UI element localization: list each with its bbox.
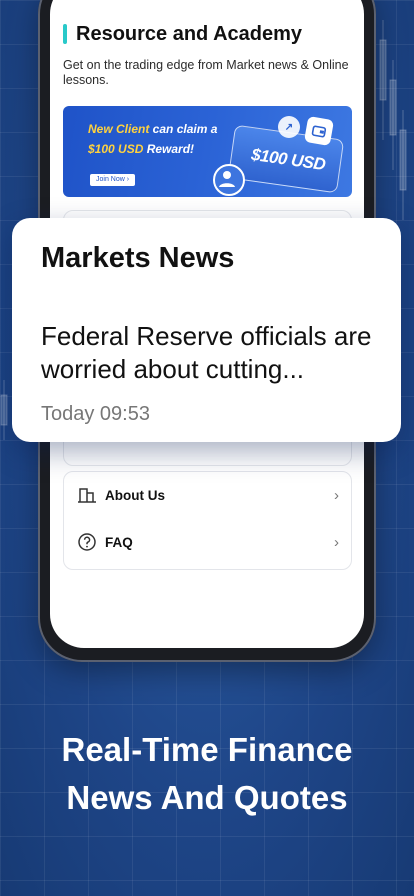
news-timestamp: Today 09:53 [41, 403, 150, 425]
banner-new-client: New Client [88, 122, 150, 136]
promo-banner[interactable]: New Client can claim a $100 USD Reward! … [63, 106, 352, 197]
chevron-right-icon: › [334, 533, 339, 551]
section-description: Get on the trading edge from Market news… [63, 58, 349, 87]
menu-card: About Us › FAQ › [63, 471, 352, 570]
section-header: Resource and Academy [63, 22, 302, 46]
user-avatar-icon [213, 164, 245, 196]
banner-amount: $100 USD [88, 142, 144, 156]
menu-item-faq[interactable]: FAQ › [64, 519, 351, 565]
coin-icon: ↗ [278, 116, 300, 138]
wallet-icon [303, 115, 335, 147]
tagline-line-2: News And Quotes [66, 779, 348, 816]
news-headline: Federal Reserve officials are worried ab… [41, 321, 372, 384]
banner-reward: Reward! [143, 142, 195, 156]
accent-bar [63, 24, 67, 44]
menu-label-about-us: About Us [105, 487, 165, 503]
news-card-title: Markets News [41, 242, 235, 274]
chevron-right-icon: › [334, 486, 339, 504]
banner-claim: can claim a [149, 122, 218, 136]
tagline-line-1: Real-Time Finance [61, 731, 353, 768]
question-icon [78, 533, 96, 551]
menu-item-about-us[interactable]: About Us › [64, 472, 351, 518]
banner-line-2: $100 USD Reward! [88, 142, 194, 156]
banner-line-1: New Client can claim a [88, 122, 217, 136]
section-title: Resource and Academy [76, 22, 303, 45]
tagline: Real-Time Finance News And Quotes [0, 726, 414, 822]
join-now-label: Join Now [96, 176, 125, 183]
join-now-button[interactable]: Join Now › [90, 174, 136, 186]
building-icon [78, 488, 96, 503]
menu-label-faq: FAQ [105, 534, 133, 550]
markets-news-card[interactable]: Markets News Federal Reserve officials a… [12, 218, 401, 442]
